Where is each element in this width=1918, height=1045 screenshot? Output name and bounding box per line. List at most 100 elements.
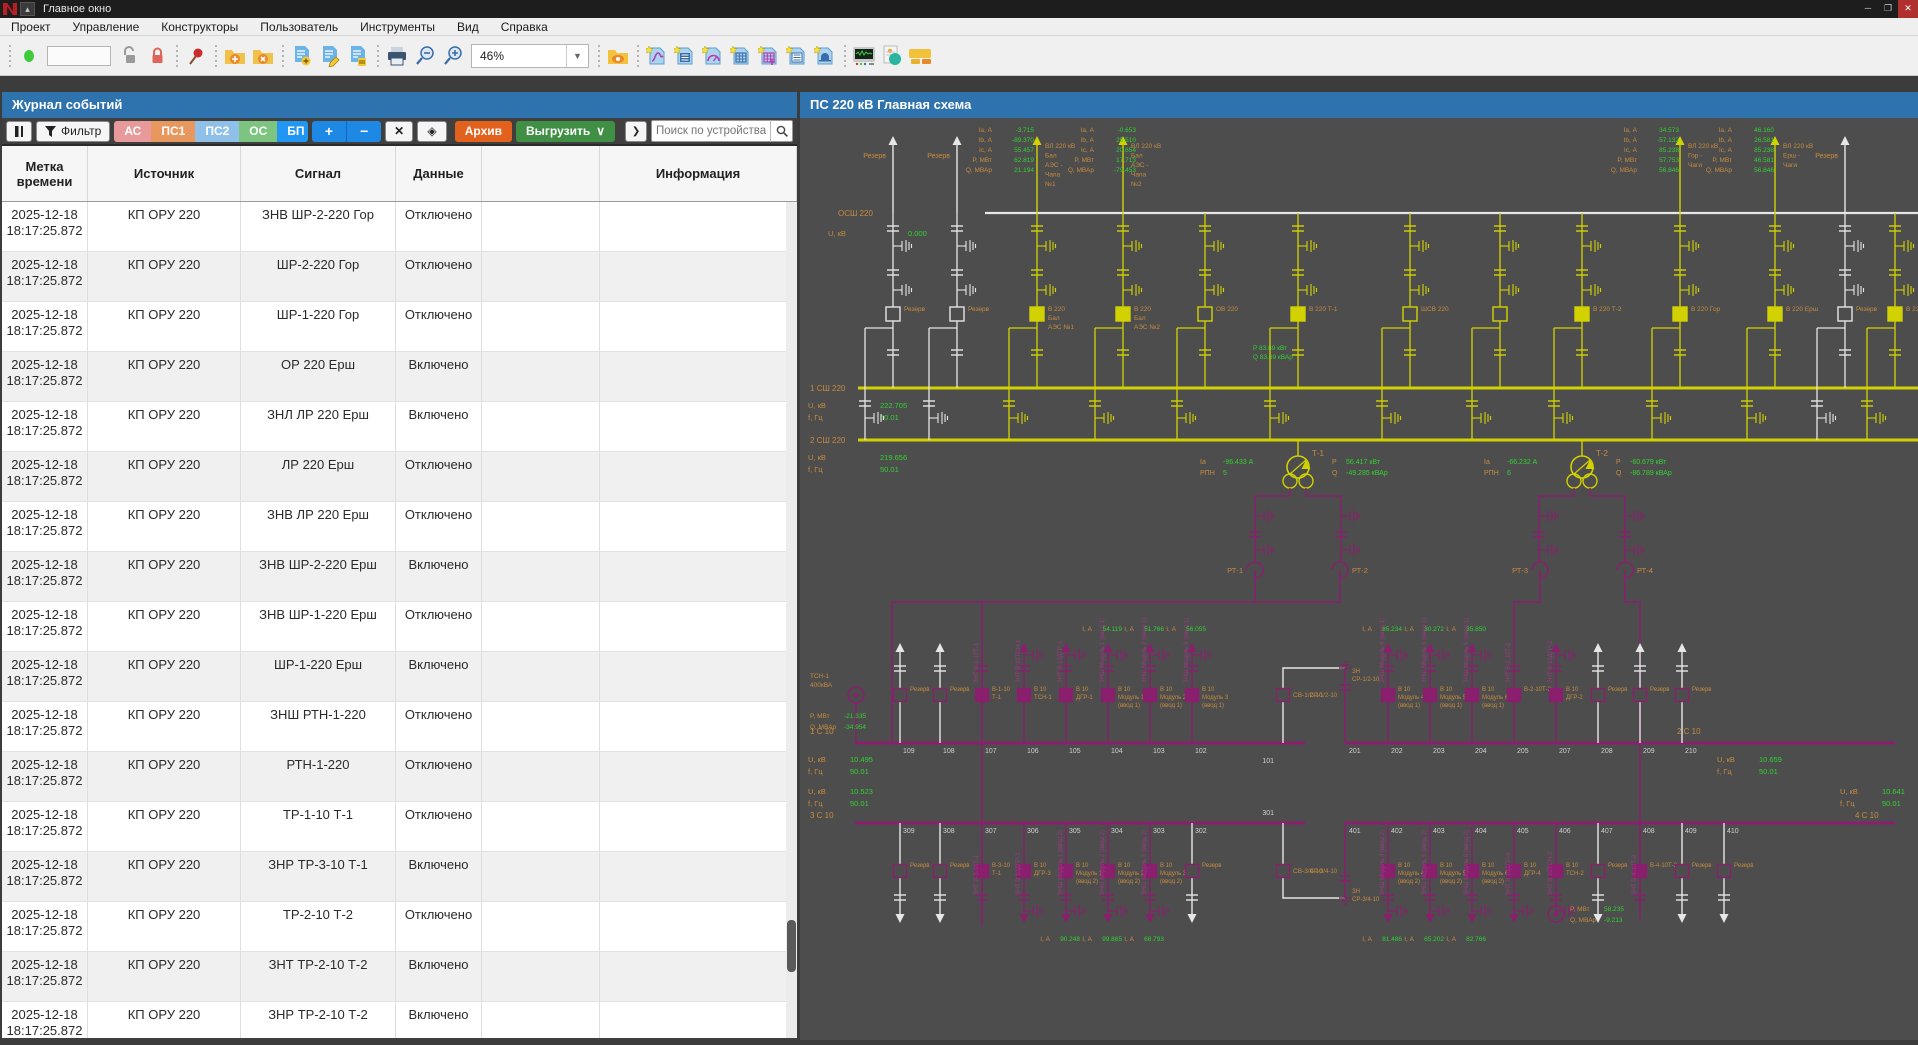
- filter-chip-ас[interactable]: АС: [114, 121, 151, 142]
- mark-button[interactable]: ◈: [417, 121, 447, 142]
- search-go-button[interactable]: ❯: [625, 121, 647, 142]
- filter-chip-ос[interactable]: ОС: [239, 121, 277, 142]
- unlock-icon-button[interactable]: [115, 42, 143, 70]
- zoom-select[interactable]: 46% ▼: [471, 44, 589, 68]
- table-row[interactable]: 2025-12-1818:17:25.872КП ОРУ 220ЗНВ ШР-2…: [2, 552, 797, 602]
- zoom-out-button[interactable]: [411, 42, 439, 70]
- filter-chip-пс2[interactable]: ПС2: [195, 121, 239, 142]
- maximize-button[interactable]: ❐: [1878, 0, 1898, 18]
- remove-filter-button[interactable]: −: [346, 121, 381, 142]
- search-icon[interactable]: [770, 120, 792, 142]
- doc-delete-button[interactable]: [344, 42, 372, 70]
- folder-close-button[interactable]: [249, 42, 277, 70]
- column-header[interactable]: Сигнал: [241, 146, 396, 201]
- schema-label: Резерв: [1815, 153, 1838, 160]
- schema-label: (ввод 1): [1118, 703, 1140, 709]
- funnel-icon: [45, 126, 56, 137]
- table-row[interactable]: 2025-12-1818:17:25.872КП ОРУ 220ШР-1-220…: [2, 302, 797, 352]
- table-row[interactable]: 2025-12-1818:17:25.872КП ОРУ 220ЗНЛ ЛР 2…: [2, 402, 797, 452]
- cards-button[interactable]: [906, 42, 934, 70]
- menu-item-конструкторы[interactable]: Конструкторы: [150, 18, 249, 36]
- report-table-button[interactable]: [727, 42, 755, 70]
- lock-icon-button[interactable]: [143, 42, 171, 70]
- schema-label: (ввод 2): [1398, 879, 1420, 885]
- table-row[interactable]: 2025-12-1818:17:25.872КП ОРУ 220ЗНТ ТР-2…: [2, 952, 797, 1002]
- table-row[interactable]: 2025-12-1818:17:25.872КП ОРУ 220ЗНШ РТН-…: [2, 702, 797, 752]
- close-button[interactable]: ✕: [1898, 0, 1918, 18]
- minimize-button[interactable]: ─: [1858, 0, 1878, 18]
- schema-panel-title: ПС 220 кВ Главная схема: [800, 92, 1918, 118]
- schema-label: 402: [1391, 828, 1403, 835]
- cell-source: КП ОРУ 220: [88, 952, 241, 1001]
- filter-button[interactable]: Фильтр: [36, 121, 110, 142]
- schema-label: f, Гц: [1717, 767, 1732, 776]
- column-header[interactable]: Данные: [396, 146, 482, 201]
- export-button[interactable]: Выгрузить∨: [516, 121, 615, 142]
- column-header[interactable]: Метка времени: [2, 146, 88, 201]
- table-row[interactable]: 2025-12-1818:17:25.872КП ОРУ 220ЗНВ ШР-2…: [2, 202, 797, 252]
- table-row[interactable]: 2025-12-1818:17:25.872КП ОРУ 220ЗНР ТР-3…: [2, 852, 797, 902]
- table-row[interactable]: 2025-12-1818:17:25.872КП ОРУ 220ТР-2-10 …: [2, 902, 797, 952]
- report-list-button[interactable]: [671, 42, 699, 70]
- cell-state: Отключено: [396, 252, 482, 301]
- table-row[interactable]: 2025-12-1818:17:25.872КП ОРУ 220ШР-1-220…: [2, 652, 797, 702]
- zoom-in-button[interactable]: [439, 42, 467, 70]
- menu-item-пользователь[interactable]: Пользователь: [249, 18, 349, 36]
- table-row[interactable]: 2025-12-1818:17:25.872КП ОРУ 220РТН-1-22…: [2, 752, 797, 802]
- archive-button[interactable]: Архив: [455, 121, 512, 142]
- schema-label: Чапа: [1045, 172, 1060, 179]
- cell-signal: ЗНВ ШР-2-220 Ерш: [241, 552, 396, 601]
- table-row[interactable]: 2025-12-1818:17:25.872КП ОРУ 220ШР-2-220…: [2, 252, 797, 302]
- column-header[interactable]: [482, 146, 600, 201]
- oscilloscope-button[interactable]: [850, 42, 878, 70]
- cell-info: [600, 702, 797, 751]
- single-line-diagram[interactable]: ОСШ 220U, кВ0.0001 СШ 220U, кВ222.705f, …: [800, 118, 1918, 1040]
- filter-chip-пс1[interactable]: ПС1: [151, 121, 195, 142]
- schema-label: -3.715: [1016, 127, 1035, 134]
- folder-view-button[interactable]: [604, 42, 632, 70]
- schema-label: P, МВт: [1570, 906, 1590, 913]
- folder-add-button[interactable]: [221, 42, 249, 70]
- schema-label: -79.453: [1114, 167, 1136, 174]
- filter-chip-бп[interactable]: БП: [277, 121, 307, 142]
- user-report-button[interactable]: [878, 42, 906, 70]
- menu-item-справка[interactable]: Справка: [490, 18, 559, 36]
- cell-state: Отключено: [396, 502, 482, 551]
- print-button[interactable]: [383, 42, 411, 70]
- add-filter-button[interactable]: +: [312, 121, 347, 142]
- report-curve-button[interactable]: [643, 42, 671, 70]
- doc-edit-button[interactable]: [316, 42, 344, 70]
- clear-filter-button[interactable]: ✕: [385, 121, 413, 142]
- report-alarm-button[interactable]: [811, 42, 839, 70]
- column-header[interactable]: Информация: [600, 146, 797, 201]
- report-gauge-button[interactable]: [699, 42, 727, 70]
- window-menu-button[interactable]: ▴: [20, 2, 35, 16]
- schema-label: 222.705: [880, 401, 907, 410]
- table-row[interactable]: 2025-12-1818:17:25.872КП ОРУ 220ОР 220 Е…: [2, 352, 797, 402]
- cell-timestamp: 2025-12-1818:17:25.872: [2, 452, 88, 501]
- report-table-add-button[interactable]: [755, 42, 783, 70]
- table-row[interactable]: 2025-12-1818:17:25.872КП ОРУ 220ЛР 220 Е…: [2, 452, 797, 502]
- table-row[interactable]: 2025-12-1818:17:25.872КП ОРУ 220ЗНР ТР-2…: [2, 1002, 797, 1038]
- journal-scrollbar[interactable]: [786, 202, 797, 1038]
- pin-icon-button[interactable]: [182, 42, 210, 70]
- table-row[interactable]: 2025-12-1818:17:25.872КП ОРУ 220ЗНВ ШР-1…: [2, 602, 797, 652]
- menu-item-управление[interactable]: Управление: [62, 18, 151, 36]
- menu-item-проект[interactable]: Проект: [0, 18, 62, 36]
- schema-label: 50.01: [850, 767, 869, 776]
- menu-item-инструменты[interactable]: Инструменты: [349, 18, 446, 36]
- value-field[interactable]: [47, 46, 111, 66]
- schema-label: 106: [1027, 748, 1039, 755]
- menu-item-вид[interactable]: Вид: [446, 18, 490, 36]
- column-header[interactable]: Источник: [88, 146, 241, 201]
- schema-label: 35.850: [1466, 626, 1486, 633]
- doc-add-button[interactable]: [288, 42, 316, 70]
- cell-info: [600, 802, 797, 851]
- table-row[interactable]: 2025-12-1818:17:25.872КП ОРУ 220ЗНВ ЛР 2…: [2, 502, 797, 552]
- main-toolbar: 46% ▼: [0, 36, 1918, 76]
- report-journal-button[interactable]: [783, 42, 811, 70]
- scrollbar-thumb[interactable]: [787, 920, 796, 972]
- pause-button[interactable]: [6, 121, 32, 142]
- table-row[interactable]: 2025-12-1818:17:25.872КП ОРУ 220ТР-1-10 …: [2, 802, 797, 852]
- search-input[interactable]: [652, 125, 770, 137]
